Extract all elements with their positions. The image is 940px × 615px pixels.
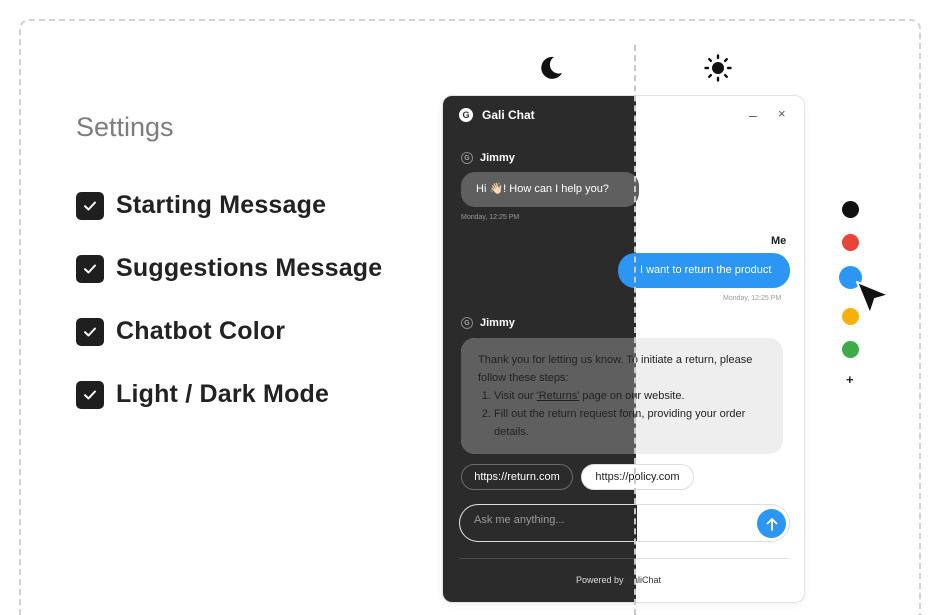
footer-divider-dark [459, 558, 636, 559]
checkbox-checked[interactable] [76, 254, 104, 283]
sun-icon[interactable] [704, 54, 732, 82]
chat-header: G Gali Chat [459, 108, 535, 122]
check-icon [84, 201, 96, 210]
option-label: Starting Message [116, 191, 327, 219]
user-sender: Me [771, 235, 787, 247]
step-text: page on our website. [579, 390, 685, 402]
checkbox-checked[interactable] [76, 317, 104, 346]
option-light-dark-mode[interactable]: Light / Dark Mode [76, 380, 329, 409]
message-timestamp: Monday, 12:25 PM [723, 295, 782, 302]
option-suggestions-message[interactable]: Suggestions Message [76, 254, 382, 283]
bot-sender: G Jimmy [461, 152, 515, 164]
message-intro: Thank you for letting us know. To initia… [478, 354, 753, 384]
add-color-button[interactable]: + [846, 372, 854, 387]
option-label: Light / Dark Mode [116, 380, 330, 408]
chat-title: Gali Chat [482, 108, 535, 122]
suggestion-chip[interactable]: https://policy.com [581, 464, 694, 490]
sender-name: Jimmy [480, 152, 515, 164]
message-input[interactable] [474, 514, 634, 526]
option-label: Suggestions Message [116, 254, 383, 282]
check-icon [84, 390, 96, 399]
moon-icon[interactable] [537, 54, 565, 82]
bot-message-bubble: Hi 👋🏻! How can I help you? [461, 172, 639, 207]
check-icon [84, 264, 96, 273]
option-chatbot-color[interactable]: Chatbot Color [76, 317, 285, 346]
minimize-button[interactable]: – [749, 108, 757, 122]
settings-title: Settings [76, 112, 174, 142]
returns-link[interactable]: 'Returns' [537, 390, 580, 402]
message-timestamp: Monday, 12:25 PM [461, 214, 520, 221]
bot-message-text: Thank you for letting us know. To initia… [478, 351, 773, 441]
suggestion-chip[interactable]: https://return.com [461, 464, 573, 490]
sender-name: Jimmy [480, 317, 515, 329]
mouse-pointer-icon [856, 281, 890, 315]
user-message-bubble: I want to return the product [618, 253, 790, 288]
arrow-up-icon [766, 517, 777, 531]
send-button[interactable] [757, 509, 786, 538]
option-label: Chatbot Color [116, 317, 286, 345]
option-starting-message[interactable]: Starting Message [76, 191, 326, 220]
powered-by: Powered by GaliChat [576, 575, 661, 585]
bot-sender: G Jimmy [461, 317, 515, 329]
bot-avatar: G [461, 152, 473, 164]
checkbox-checked[interactable] [76, 191, 104, 220]
return-steps: Visit our 'Returns' page on our website.… [478, 387, 773, 441]
bot-avatar: G [461, 317, 473, 329]
powered-brand[interactable]: GaliChat [626, 575, 661, 585]
message-input-box [459, 504, 790, 542]
color-swatch-red[interactable] [842, 234, 859, 251]
theme-divider [634, 45, 636, 615]
close-button[interactable]: × [778, 107, 786, 121]
chat-widget: G Gali Chat – × G Jimmy Hi 👋🏻! How can I… [442, 95, 805, 603]
powered-prefix: Powered by [576, 575, 627, 585]
color-swatch-black[interactable] [842, 201, 859, 218]
brand-logo: G [459, 108, 473, 122]
color-swatch-green[interactable] [842, 341, 859, 358]
step-text: Visit our [494, 390, 537, 402]
check-icon [84, 327, 96, 336]
checkbox-checked[interactable] [76, 380, 104, 409]
